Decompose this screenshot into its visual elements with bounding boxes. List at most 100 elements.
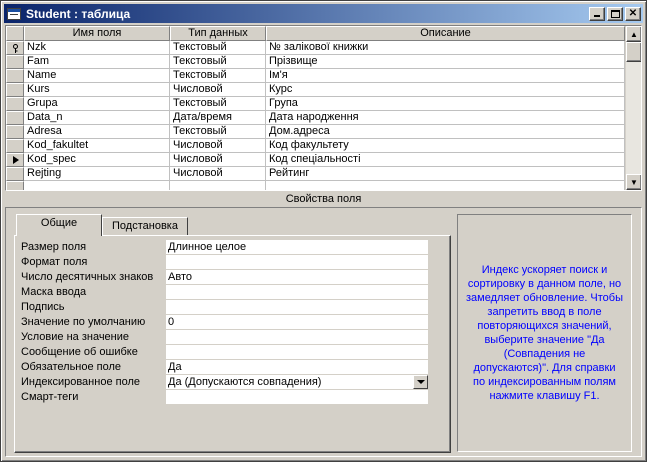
table-row[interactable]: Grupa Текстовый Група (6, 97, 641, 111)
property-row: Смарт-теги (21, 390, 428, 405)
description-cell[interactable]: Група (266, 97, 625, 111)
field-name-cell[interactable]: Kurs (24, 83, 170, 97)
row-selector[interactable] (6, 125, 24, 139)
row-selector[interactable] (6, 111, 24, 125)
property-value-input[interactable] (166, 255, 428, 270)
minimize-button[interactable] (589, 6, 605, 21)
scroll-thumb[interactable] (626, 42, 641, 62)
data-type-cell[interactable]: Текстовый (170, 41, 266, 55)
property-value-input[interactable]: Длинное целое (166, 240, 428, 255)
data-type-cell[interactable] (170, 181, 266, 190)
property-label: Смарт-теги (21, 391, 79, 403)
row-selector[interactable] (6, 153, 24, 167)
chevron-down-icon (416, 380, 425, 384)
data-type-cell[interactable]: Дата/время (170, 111, 266, 125)
field-name-cell[interactable]: Kod_spec (24, 153, 170, 167)
property-row: Условие на значение (21, 330, 428, 345)
header-field-name[interactable]: Имя поля (24, 26, 170, 41)
property-value-input[interactable]: Авто (166, 270, 428, 285)
description-cell[interactable]: Курс (266, 83, 625, 97)
table-row[interactable]: Fam Текстовый Прізвище (6, 55, 641, 69)
row-selector[interactable] (6, 181, 24, 190)
table-row[interactable]: Adresa Текстовый Дом.адреса (6, 125, 641, 139)
title-bar[interactable]: Student : таблица ✕ (4, 4, 643, 23)
property-label: Маска ввода (21, 286, 87, 298)
description-cell[interactable]: Ім'я (266, 69, 625, 83)
field-properties-title: Свойства поля (285, 193, 362, 205)
field-name-cell[interactable] (24, 181, 170, 190)
property-label: Сообщение об ошибке (21, 346, 138, 358)
field-name-cell[interactable]: Name (24, 69, 170, 83)
row-selector[interactable] (6, 55, 24, 69)
property-row: Подпись (21, 300, 428, 315)
table-row[interactable]: Kurs Числовой Курс (6, 83, 641, 97)
field-name-cell[interactable]: Adresa (24, 125, 170, 139)
description-cell[interactable]: Код факультету (266, 139, 625, 153)
scroll-down-button[interactable]: ▼ (626, 174, 641, 190)
maximize-button[interactable] (607, 6, 623, 21)
description-cell[interactable]: Прізвище (266, 55, 625, 69)
field-name-cell[interactable]: Grupa (24, 97, 170, 111)
data-type-cell[interactable]: Текстовый (170, 69, 266, 83)
row-selector[interactable] (6, 41, 24, 55)
row-selector[interactable] (6, 167, 24, 181)
scroll-up-button[interactable]: ▲ (626, 26, 641, 42)
tab-general[interactable]: Общие (16, 214, 102, 236)
table-row[interactable]: Nzk Текстовый № залікової книжки (6, 41, 641, 55)
indexed-dropdown-button[interactable] (413, 375, 428, 389)
header-data-type[interactable]: Тип данных (170, 26, 266, 41)
row-selector[interactable] (6, 139, 24, 153)
property-row: Индексированное поле Да (Допускаются совп… (21, 375, 428, 390)
data-type-cell[interactable]: Текстовый (170, 125, 266, 139)
row-selector[interactable] (6, 69, 24, 83)
property-value-input[interactable]: 0 (166, 315, 428, 330)
description-cell[interactable]: Рейтинг (266, 167, 625, 181)
data-type-cell[interactable]: Числовой (170, 83, 266, 97)
data-type-cell[interactable]: Числовой (170, 139, 266, 153)
property-value-text: Длинное целое (168, 241, 247, 253)
property-value-input[interactable]: Да (Допускаются совпадения) (166, 375, 428, 390)
description-cell[interactable] (266, 181, 625, 190)
table-row[interactable]: Kod_spec Числовой Код спеціальності (6, 153, 641, 167)
description-cell[interactable]: № залікової книжки (266, 41, 625, 55)
close-button[interactable]: ✕ (625, 6, 641, 21)
property-row: Маска ввода (21, 285, 428, 300)
table-row[interactable]: Rejting Числовой Рейтинг (6, 167, 641, 181)
property-label: Формат поля (21, 256, 88, 268)
field-properties-panel: Общие Подстановка Размер поля Длинное цел… (5, 207, 642, 457)
data-type-cell[interactable]: Числовой (170, 167, 266, 181)
property-label: Условие на значение (21, 331, 130, 343)
row-selector[interactable] (6, 83, 24, 97)
close-icon: ✕ (628, 7, 638, 19)
property-value-input[interactable] (166, 330, 428, 345)
table-row[interactable]: Kod_fakultet Числовой Код факультету (6, 139, 641, 153)
description-cell[interactable]: Дата народження (266, 111, 625, 125)
property-value-input[interactable] (166, 345, 428, 360)
data-type-cell[interactable]: Текстовый (170, 97, 266, 111)
table-row[interactable] (6, 181, 641, 190)
property-value-input[interactable]: Да (166, 360, 428, 375)
table-row[interactable]: Name Текстовый Ім'я (6, 69, 641, 83)
table-row[interactable]: Data_n Дата/время Дата народження (6, 111, 641, 125)
data-type-cell[interactable]: Текстовый (170, 55, 266, 69)
tab-lookup[interactable]: Подстановка (102, 217, 188, 236)
field-name-cell[interactable]: Nzk (24, 41, 170, 55)
property-value-input[interactable] (166, 390, 428, 405)
property-value-input[interactable] (166, 300, 428, 315)
data-type-cell[interactable]: Числовой (170, 153, 266, 167)
row-selector[interactable] (6, 97, 24, 111)
field-name-cell[interactable]: Kod_fakultet (24, 139, 170, 153)
arrow-down-icon: ▼ (630, 177, 638, 187)
description-cell[interactable]: Код спеціальності (266, 153, 625, 167)
help-text: Индекс ускоряет поиск и сортировку в дан… (457, 214, 632, 452)
minimize-icon (594, 14, 600, 17)
grid-vertical-scrollbar[interactable]: ▲ ▼ (625, 26, 641, 190)
field-name-cell[interactable]: Data_n (24, 111, 170, 125)
header-description[interactable]: Описание (266, 26, 625, 41)
property-label: Число десятичных знаков (21, 271, 154, 283)
field-name-cell[interactable]: Rejting (24, 167, 170, 181)
property-label: Индексированное поле (21, 376, 140, 388)
property-value-input[interactable] (166, 285, 428, 300)
description-cell[interactable]: Дом.адреса (266, 125, 625, 139)
field-name-cell[interactable]: Fam (24, 55, 170, 69)
